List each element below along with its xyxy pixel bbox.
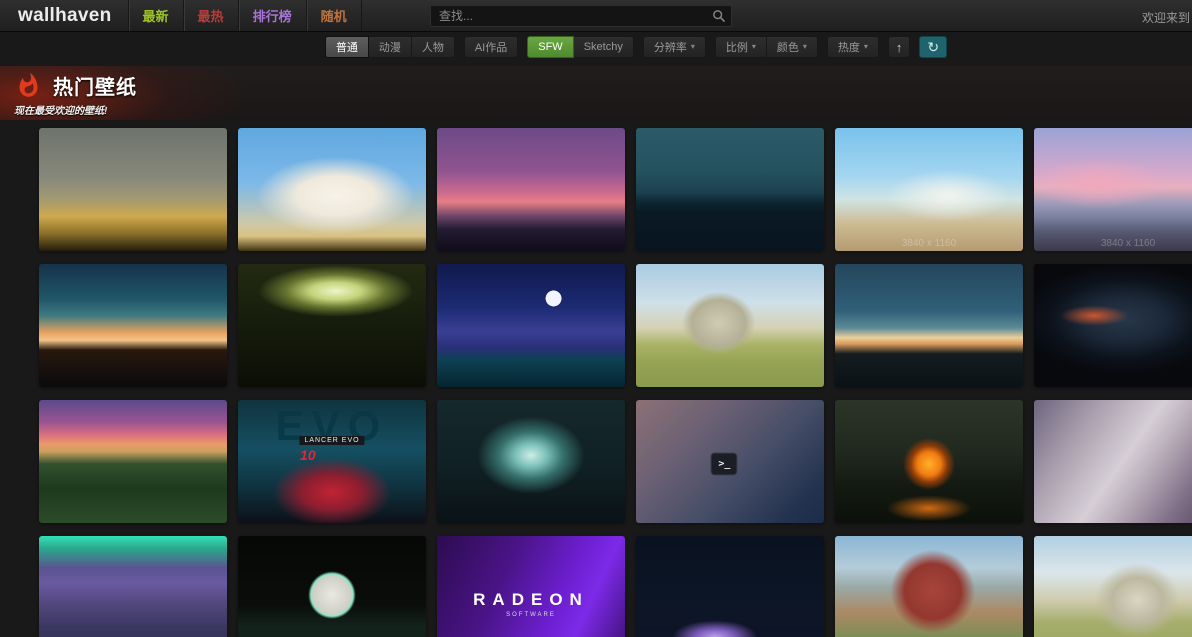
wallpaper-thumb-5[interactable]: 3840 x 1160: [835, 128, 1023, 251]
welcome-text: 欢迎来到: [1141, 11, 1190, 25]
purity-group: SFW Sketchy: [527, 36, 634, 58]
filter-controls: 普通 动漫 人物 AI作品 SFW Sketchy 分辨率 ▾ 比例 ▾ 颜色 ▾ 热度 ▾ ↑ ↻: [324, 36, 948, 58]
category-anime-button[interactable]: 动漫: [368, 36, 412, 58]
category-general-button[interactable]: 普通: [324, 36, 369, 58]
refresh-button[interactable]: ↻: [919, 36, 948, 58]
chevron-down-icon: ▾: [751, 42, 756, 51]
category-group: 普通 动漫 人物: [324, 36, 455, 58]
wallpaper-thumb-11[interactable]: [835, 264, 1023, 387]
lancer-evo-banner: LANCER EVO: [299, 436, 365, 445]
wallpaper-thumb-16[interactable]: >_: [636, 400, 824, 523]
button-label: 颜色: [776, 42, 799, 54]
wallpaper-thumb-12[interactable]: [1034, 264, 1192, 387]
nav-item-toplist[interactable]: 排行榜: [237, 0, 306, 31]
site-logo[interactable]: wallhaven: [0, 0, 128, 31]
ai-art-button[interactable]: AI作品: [463, 36, 519, 58]
button-label: 动漫: [378, 42, 401, 54]
wallpaper-thumb-18[interactable]: [1034, 400, 1192, 523]
resolution-label: 3840 x 1160: [1100, 238, 1156, 249]
wallpaper-thumb-17[interactable]: [835, 400, 1023, 523]
wallpaper-grid: 3840 x 1160 3840 x 1160 EVO LANCER EVO 10 >_ R…: [0, 120, 1192, 637]
dropdown-group: 热度 ▾: [826, 36, 879, 58]
nav-item-hot[interactable]: 最热: [182, 0, 238, 31]
colors-dropdown[interactable]: 颜色 ▾: [766, 36, 818, 58]
wallpaper-thumb-8[interactable]: [238, 264, 426, 387]
button-label: AI作品: [474, 42, 508, 54]
wallpaper-thumb-19[interactable]: [39, 536, 227, 637]
page-header: 热门壁纸 现在最受欢迎的壁纸!: [0, 66, 1192, 120]
nav-item-latest[interactable]: 最新: [127, 0, 183, 31]
wallpaper-thumb-7[interactable]: [39, 264, 227, 387]
ai-group: AI作品: [463, 36, 519, 58]
button-label: 比例: [725, 42, 748, 54]
category-people-button[interactable]: 人物: [411, 36, 455, 58]
filter-toolbar: 普通 动漫 人物 AI作品 SFW Sketchy 分辨率 ▾ 比例 ▾ 颜色 ▾ 热度 ▾ ↑ ↻: [0, 32, 1192, 62]
wallpaper-thumb-15[interactable]: [437, 400, 625, 523]
search-bar: [430, 5, 732, 27]
wallpaper-thumb-9[interactable]: [437, 264, 625, 387]
wallpaper-thumb-10[interactable]: [636, 264, 824, 387]
ratio-dropdown[interactable]: 比例 ▾: [714, 36, 767, 58]
button-label: 人物: [421, 42, 444, 54]
wallpaper-thumb-2[interactable]: [238, 128, 426, 251]
wallpaper-thumb-20[interactable]: [238, 536, 426, 637]
button-label: 热度: [837, 42, 860, 54]
flame-icon: [14, 72, 42, 100]
evo-number: 10: [300, 447, 316, 463]
dropdown-group: 分辨率 ▾: [642, 36, 706, 58]
resolution-label: 3840 x 1160: [901, 238, 957, 249]
wallpaper-thumb-23[interactable]: [835, 536, 1023, 637]
wallpaper-thumb-21[interactable]: RADEON SOFTWARE: [437, 536, 625, 637]
purity-sfw-button[interactable]: SFW: [527, 36, 574, 58]
radeon-title-text: RADEON: [473, 590, 589, 610]
page-title: 热门壁纸: [53, 77, 137, 99]
button-label: 分辨率: [653, 42, 687, 54]
wallpaper-thumb-13[interactable]: [39, 400, 227, 523]
chevron-down-icon: ▾: [863, 42, 868, 51]
wallpaper-thumb-6[interactable]: 3840 x 1160: [1034, 128, 1192, 251]
wallpaper-thumb-22[interactable]: [636, 536, 824, 637]
wallpaper-thumb-3[interactable]: [437, 128, 625, 251]
button-label: Sketchy: [583, 41, 623, 53]
wallpaper-thumb-4[interactable]: [636, 128, 824, 251]
dropdown-group: 比例 ▾ 颜色 ▾: [714, 36, 818, 58]
radeon-subtitle-text: SOFTWARE: [506, 612, 556, 619]
purity-sketchy-button[interactable]: Sketchy: [573, 36, 634, 58]
chevron-down-icon: ▾: [802, 42, 807, 51]
chevron-down-icon: ▾: [690, 42, 695, 51]
main-menu: 最新 最热 排行榜 随机: [127, 0, 362, 31]
terminal-icon: >_: [710, 452, 738, 476]
search-input[interactable]: [430, 5, 732, 27]
toplist-dropdown[interactable]: 热度 ▾: [826, 36, 879, 58]
search-icon[interactable]: [712, 9, 726, 23]
button-label: SFW: [538, 41, 563, 53]
page-subtitle: 现在最受欢迎的壁纸!: [14, 106, 108, 117]
wallpaper-thumb-24[interactable]: [1034, 536, 1192, 637]
button-label: 普通: [335, 42, 358, 54]
top-nav: wallhaven 最新最热排行榜随机 欢迎来到: [0, 0, 1192, 32]
nav-item-random[interactable]: 随机: [305, 0, 362, 31]
wallpaper-thumb-14[interactable]: EVO LANCER EVO 10: [238, 400, 426, 523]
resolution-dropdown[interactable]: 分辨率 ▾: [642, 36, 706, 58]
scroll-top-button[interactable]: ↑: [887, 36, 911, 58]
wallpaper-thumb-1[interactable]: [39, 128, 227, 251]
